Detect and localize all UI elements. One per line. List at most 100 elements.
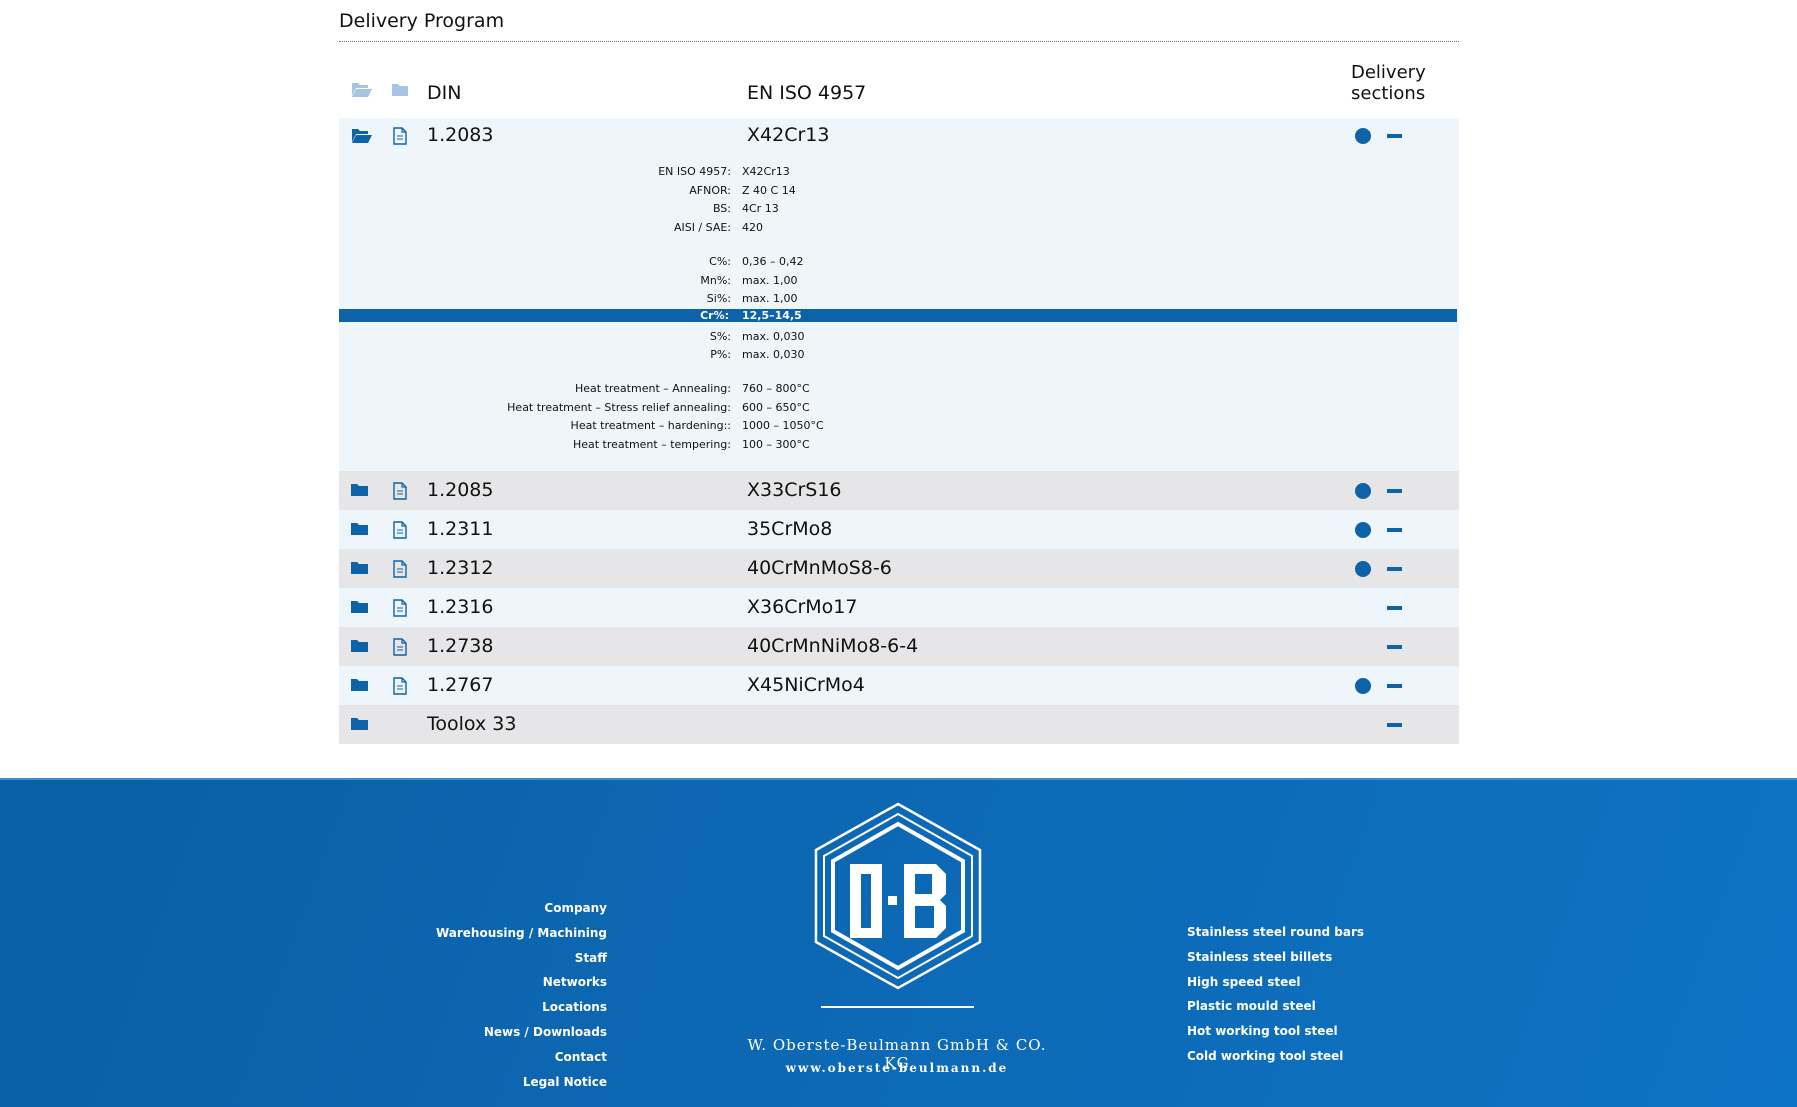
table-row[interactable]: 1.2316 X36CrMo17 — [339, 588, 1459, 627]
table-header: DIN EN ISO 4957 Delivery sections — [339, 42, 1459, 118]
detail-row: Heat treatment – tempering: 100 – 300°C — [339, 436, 1459, 453]
minus-icon[interactable] — [1387, 606, 1402, 610]
detail-label: BS: — [712, 202, 731, 215]
detail-value: X42Cr13 — [742, 165, 790, 178]
detail-label: Heat treatment – tempering: — [572, 437, 731, 451]
folder-icon[interactable] — [351, 599, 373, 617]
iso-designation: X45NiCrMo4 — [747, 674, 865, 696]
detail-row: P%: max. 0,030 — [339, 346, 1459, 363]
detail-label: C%: — [709, 255, 731, 268]
footer-link[interactable]: Warehousing / Machining — [436, 921, 607, 946]
detail-label: AISI / SAE: — [673, 221, 731, 234]
iso-designation: X42Cr13 — [747, 124, 830, 146]
detail-value: 760 – 800°C — [742, 382, 810, 395]
document-icon[interactable] — [392, 560, 408, 578]
folder-icon[interactable] — [351, 716, 373, 734]
footer-link[interactable]: News / Downloads — [436, 1020, 607, 1045]
document-icon[interactable] — [392, 638, 408, 656]
din-number: 1.2767 — [427, 674, 494, 696]
table-row[interactable]: 1.2738 40CrMnNiMo8-6-4 — [339, 627, 1459, 666]
folder-icon[interactable] — [351, 521, 373, 539]
page-title: Delivery Program — [339, 10, 505, 32]
document-icon[interactable] — [392, 677, 408, 695]
detail-row: Mn%: max. 1,00 — [339, 272, 1459, 289]
minus-icon[interactable] — [1387, 528, 1402, 532]
table-row[interactable]: 1.2311 35CrMo8 — [339, 510, 1459, 549]
detail-row: C%: 0,36 – 0,42 — [339, 253, 1459, 270]
minus-icon[interactable] — [1387, 684, 1402, 688]
detail-row: AISI / SAE: 420 — [339, 219, 1459, 236]
detail-row: AFNOR: Z 40 C 14 — [339, 182, 1459, 199]
folder-icon[interactable] — [351, 638, 373, 656]
detail-row: Heat treatment – Annealing: 760 – 800°C — [339, 380, 1459, 397]
din-number: 1.2311 — [427, 518, 494, 540]
folder-open-icon[interactable] — [351, 127, 373, 145]
delivery-dot-icon — [1355, 561, 1371, 577]
detail-label: Heat treatment – Annealing: — [574, 382, 731, 395]
minus-icon[interactable] — [1387, 723, 1402, 727]
folder-icon[interactable] — [351, 677, 373, 695]
logo-divider — [821, 1006, 974, 1008]
website-link[interactable]: www.oberste-beulmann.de — [742, 1061, 1052, 1075]
detail-label: AFNOR: — [689, 183, 731, 197]
folder-icon[interactable] — [392, 81, 408, 99]
footer: Company Warehousing / Machining Staff Netwo… — [0, 778, 1797, 1107]
footer-link[interactable]: Stainless steel round bars — [1187, 920, 1364, 945]
detail-label: Cr%: — [700, 309, 729, 322]
footer-link[interactable]: Networks — [436, 970, 607, 995]
table-row[interactable]: 1.2767 X45NiCrMo4 — [339, 666, 1459, 705]
iso-designation: 35CrMo8 — [747, 518, 833, 540]
table-row[interactable]: 1.2085 X33CrS16 — [339, 471, 1459, 510]
minus-icon[interactable] — [1387, 567, 1402, 571]
footer-link[interactable]: High speed steel — [1187, 970, 1364, 995]
footer-link[interactable]: Hot working tool steel — [1187, 1019, 1364, 1044]
document-icon[interactable] — [392, 482, 408, 500]
iso-header: EN ISO 4957 — [747, 82, 867, 104]
table-row[interactable]: Toolox 33 — [339, 705, 1459, 744]
footer-link[interactable]: Cold working tool steel — [1187, 1044, 1364, 1069]
minus-icon[interactable] — [1387, 134, 1402, 138]
table-body: 1.2085 X33CrS16 1.2311 35CrMo8 1.2312 40CrMnM… — [339, 471, 1459, 744]
footer-product-links: Stainless steel round bars Stainless stee… — [1187, 920, 1364, 1069]
iso-designation: 40CrMnMoS8-6 — [747, 557, 892, 579]
iso-designation: X36CrMo17 — [747, 596, 858, 618]
din-number: 1.2083 — [427, 124, 494, 146]
footer-link[interactable]: Contact — [436, 1045, 607, 1070]
detail-row: S%: max. 0,030 — [339, 328, 1459, 345]
detail-value: 100 – 300°C — [742, 437, 810, 451]
detail-row: BS: 4Cr 13 — [339, 200, 1459, 217]
iso-designation: X33CrS16 — [747, 479, 842, 501]
document-icon[interactable] — [392, 127, 408, 145]
document-icon[interactable] — [392, 599, 408, 617]
delivery-dot-icon — [1355, 483, 1371, 499]
footer-link[interactable]: Plastic mould steel — [1187, 994, 1364, 1019]
din-number: 1.2085 — [427, 479, 494, 501]
detail-label: Heat treatment – hardening:: — [570, 419, 731, 432]
minus-icon[interactable] — [1387, 489, 1402, 493]
footer-link[interactable]: Stainless steel billets — [1187, 945, 1364, 970]
detail-row: Heat treatment – Stress relief annealing… — [339, 399, 1459, 416]
company-logo[interactable] — [812, 802, 984, 990]
detail-value: 600 – 650°C — [742, 400, 810, 414]
folder-open-icon[interactable] — [351, 81, 373, 99]
detail-value: Z 40 C 14 — [742, 183, 796, 197]
footer-link[interactable]: Legal Notice — [436, 1070, 607, 1095]
table-row-expanded[interactable]: 1.2083 X42Cr13 EN ISO 4957: X42Cr13 AFNOR:… — [339, 118, 1459, 471]
detail-value: 1000 – 1050°C — [742, 419, 824, 432]
detail-label: P%: — [710, 348, 731, 361]
footer-link[interactable]: Staff — [436, 946, 607, 971]
minus-icon[interactable] — [1387, 645, 1402, 649]
table-row[interactable]: 1.2312 40CrMnMoS8-6 — [339, 549, 1459, 588]
delivery-dot-icon — [1355, 678, 1371, 694]
detail-label: Si%: — [706, 292, 731, 305]
din-number: Toolox 33 — [427, 713, 517, 735]
detail-value: max. 1,00 — [742, 273, 798, 287]
detail-value: max. 0,030 — [742, 329, 805, 343]
din-number: 1.2312 — [427, 557, 494, 579]
footer-link[interactable]: Locations — [436, 995, 607, 1020]
detail-value: max. 0,030 — [742, 348, 805, 361]
folder-icon[interactable] — [351, 482, 373, 500]
document-icon[interactable] — [392, 521, 408, 539]
footer-link[interactable]: Company — [436, 896, 607, 921]
folder-icon[interactable] — [351, 560, 373, 578]
